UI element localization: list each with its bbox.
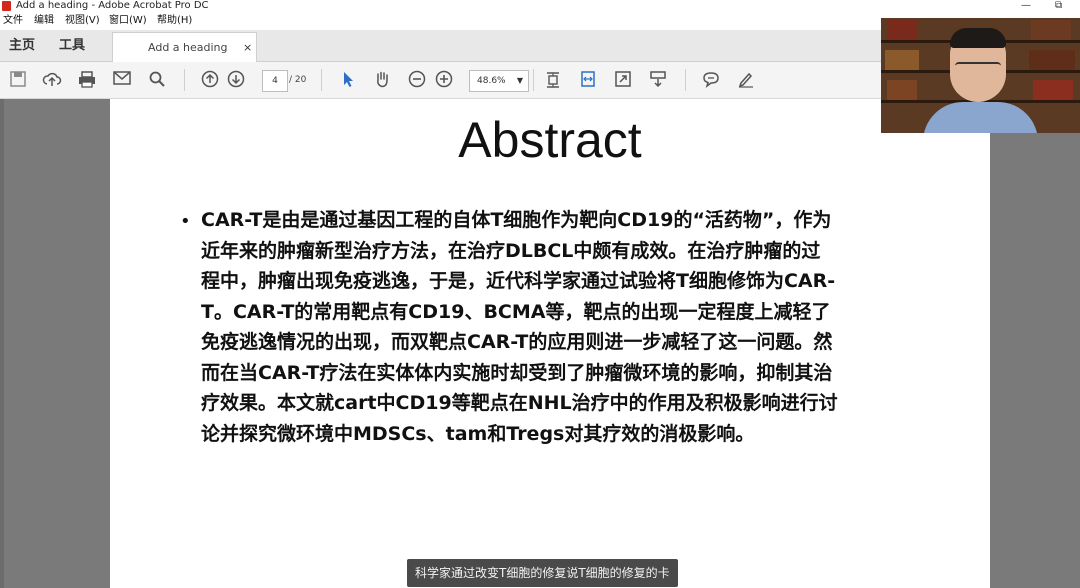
toolbar-divider xyxy=(321,69,322,91)
upload-icon[interactable] xyxy=(42,70,62,90)
email-icon[interactable] xyxy=(112,70,132,90)
menu-file[interactable]: 文件 xyxy=(3,12,23,30)
bullet-marker: • xyxy=(180,211,191,232)
toolbar-divider xyxy=(685,69,686,91)
tab-tools[interactable]: 工具 xyxy=(59,30,85,61)
menu-window[interactable]: 窗口(W) xyxy=(109,12,147,30)
minimize-button[interactable]: — xyxy=(1021,0,1031,12)
toolbar-divider xyxy=(533,69,534,91)
select-cursor-icon[interactable] xyxy=(338,70,358,90)
abstract-line: 论并探究微环境中MDSCs、tam和Tregs对其疗效的消极影响。 xyxy=(201,422,755,445)
abstract-line: 近年来的肿瘤新型治疗方法，在治疗DLBCL中颇有成效。在治疗肿瘤的过 xyxy=(201,239,821,262)
title-bar: Add a heading - Adobe Acrobat Pro DC — ⧉ xyxy=(0,0,1080,12)
page-number-input[interactable]: 4 xyxy=(262,70,288,92)
webcam-overlay xyxy=(881,18,1080,133)
abstract-line: CAR-T是由是通过基因工程的自体T细胞作为靶向CD19的“活药物”，作为 xyxy=(201,209,832,231)
save-icon[interactable] xyxy=(8,70,28,90)
scroll-mode-icon[interactable] xyxy=(648,70,668,90)
page-down-icon[interactable] xyxy=(226,70,246,90)
fit-width-icon[interactable] xyxy=(578,70,598,90)
zoom-out-icon[interactable] xyxy=(407,70,427,90)
page-heading: Abstract xyxy=(458,112,642,168)
page-up-icon[interactable] xyxy=(200,70,220,90)
search-icon[interactable] xyxy=(147,70,167,90)
abstract-line: T。CAR-T的常用靶点有CD19、BCMA等，靶点的出现一定程度上减轻了 xyxy=(201,300,831,323)
toolbar-divider xyxy=(184,69,185,91)
comment-icon[interactable] xyxy=(701,70,721,90)
tab-home[interactable]: 主页 xyxy=(9,30,35,61)
abstract-line: 免疫逃逸情况的出现，而双靶点CAR-T的应用则进一步减轻了这一问题。然 xyxy=(201,331,833,353)
zoom-level-select[interactable]: 48.6% ▼ xyxy=(469,70,529,92)
fit-page-icon[interactable] xyxy=(543,70,563,90)
zoom-level-value: 48.6% xyxy=(477,76,506,86)
restore-button[interactable]: ⧉ xyxy=(1055,0,1062,12)
menu-edit[interactable]: 编辑 xyxy=(34,12,54,30)
abstract-line: 而在当CAR-T疗法在实体体内实施时却受到了肿瘤微环境的影响，抑制其治 xyxy=(201,361,833,384)
print-icon[interactable] xyxy=(77,70,97,90)
left-panel-grip[interactable] xyxy=(0,99,4,588)
full-screen-icon[interactable] xyxy=(613,70,633,90)
chevron-down-icon: ▼ xyxy=(516,76,523,85)
close-tab-icon[interactable]: × xyxy=(243,33,252,62)
abstract-paragraph: CAR-T是由是通过基因工程的自体T细胞作为靶向CD19的“活药物”，作为 近年… xyxy=(201,205,941,449)
document-tab[interactable]: Add a heading × xyxy=(112,32,257,62)
acrobat-logo-icon xyxy=(2,1,11,11)
menu-help[interactable]: 帮助(H) xyxy=(157,12,192,30)
document-tab-label: Add a heading xyxy=(148,41,228,54)
abstract-line: 疗效果。本文就cart中CD19等靶点在NHL治疗中的作用及积极影响进行讨 xyxy=(201,392,838,414)
menu-view[interactable]: 视图(V) xyxy=(65,12,100,30)
sign-pen-icon[interactable] xyxy=(736,70,756,90)
page-total: / 20 xyxy=(289,75,307,85)
window-title: Add a heading - Adobe Acrobat Pro DC xyxy=(16,0,209,11)
zoom-in-icon[interactable] xyxy=(434,70,454,90)
video-subtitle: 科学家通过改变T细胞的修复说T细胞的修复的卡 xyxy=(407,559,678,587)
abstract-line: 程中，肿瘤出现免疫逃逸，于是，近代科学家通过试验将T细胞修饰为CAR- xyxy=(201,270,836,292)
hand-tool-icon[interactable] xyxy=(372,70,392,90)
pdf-page[interactable]: Abstract • CAR-T是由是通过基因工程的自体T细胞作为靶向CD19的… xyxy=(110,99,990,588)
